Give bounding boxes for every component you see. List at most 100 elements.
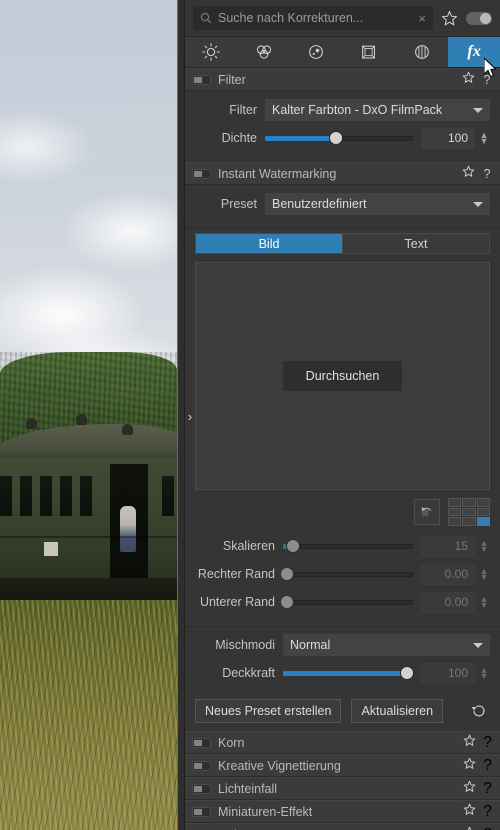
filter-preset-dropdown[interactable]: Kalter Farbton - DxO FilmPack (265, 99, 490, 121)
anchor-cell-top-left[interactable] (448, 498, 462, 507)
section-title-lichteinfall: Lichteinfall (218, 781, 278, 796)
tab-local-adjustments[interactable] (395, 37, 449, 67)
scale-stepper[interactable]: ▲ ▼ (478, 539, 490, 554)
filter-enable-switch[interactable] (192, 74, 211, 85)
vignette-favorite-star-icon[interactable] (463, 757, 476, 775)
lichteinfall-enable-switch[interactable] (192, 783, 211, 794)
right-margin-row: Rechter Rand 0.00 ▲ ▼ (195, 562, 490, 586)
miniature-favorite-star-icon[interactable] (463, 803, 476, 821)
panel-collapse-handle[interactable]: › (183, 403, 197, 429)
bottom-margin-slider[interactable] (281, 595, 413, 609)
search-row: Suche nach Korrekturen... × (185, 0, 500, 36)
search-icon (200, 12, 212, 24)
opacity-slider[interactable] (283, 666, 413, 680)
favorites-filter-toggle[interactable] (466, 11, 492, 25)
korn-help-icon[interactable]: ? (483, 734, 492, 752)
carriage-plate (44, 542, 58, 556)
filter-help-icon[interactable]: ? (482, 73, 492, 87)
roof-vent (76, 414, 87, 425)
favorites-star-icon[interactable] (441, 10, 458, 27)
anchor-cell-bottom-left[interactable] (448, 517, 462, 526)
section-header-filter[interactable]: Filter ? (185, 68, 500, 91)
rahmen-help-icon[interactable]: ? (483, 826, 492, 830)
filter-density-value[interactable]: 100 (421, 127, 475, 149)
watermarking-help-icon[interactable]: ? (482, 167, 492, 181)
photo-canvas[interactable] (0, 0, 178, 830)
search-placeholder: Suche nach Korrekturen... (218, 11, 364, 25)
anchor-position-grid[interactable] (448, 498, 490, 526)
scale-slider[interactable] (283, 539, 413, 553)
watermarking-favorite-star-icon[interactable] (462, 165, 475, 183)
segment-image[interactable]: Bild (196, 234, 342, 253)
section-header-watermarking[interactable]: Instant Watermarking ? (185, 162, 500, 185)
korn-enable-switch[interactable] (192, 737, 211, 748)
section-header-korn[interactable]: Korn ? (185, 731, 500, 754)
filter-favorite-star-icon[interactable] (462, 71, 475, 89)
anchor-cell-bottom-right[interactable] (476, 517, 490, 526)
right-margin-stepper[interactable]: ▲ ▼ (478, 567, 490, 582)
roof-vent (122, 424, 133, 435)
segment-text[interactable]: Text (342, 234, 489, 253)
korn-favorite-star-icon[interactable] (463, 734, 476, 752)
tab-detail[interactable] (290, 37, 344, 67)
watermark-preset-dropdown[interactable]: Benutzerdefiniert (265, 193, 490, 215)
right-tools-panel: Suche nach Korrekturen... × fx Filter ? … (184, 0, 500, 830)
anchor-cell-middle-right[interactable] (476, 507, 490, 517)
miniature-help-icon[interactable]: ? (483, 803, 492, 821)
anchor-cell-middle-center[interactable] (462, 507, 476, 517)
panel-scroll-body: Filter ? Filter Kalter Farbton - DxO Fil… (185, 68, 500, 830)
tab-color[interactable] (237, 37, 291, 67)
new-preset-button[interactable]: Neues Preset erstellen (195, 699, 342, 723)
search-input[interactable]: Suche nach Korrekturen... × (193, 6, 433, 30)
tab-effects[interactable]: fx (448, 37, 500, 67)
tool-tabbar: fx (185, 36, 500, 68)
filter-density-slider[interactable] (265, 131, 413, 145)
filter-preset-label: Filter (229, 103, 257, 117)
reset-icon[interactable] (468, 700, 490, 722)
blend-mode-row: Mischmodi Normal (195, 633, 490, 657)
tab-light[interactable] (185, 37, 238, 67)
tab-geometry[interactable] (343, 37, 396, 67)
section-header-miniaturen-effekt[interactable]: Miniaturen-Effekt ? (185, 800, 500, 823)
rahmen-favorite-star-icon[interactable] (463, 826, 476, 830)
browse-button[interactable]: Durchsuchen (282, 361, 403, 391)
passenger (120, 506, 136, 552)
opacity-stepper[interactable]: ▲ ▼ (478, 666, 490, 681)
miniature-enable-switch[interactable] (192, 806, 211, 817)
anchor-cell-middle-left[interactable] (448, 507, 462, 517)
filter-density-stepper[interactable]: ▲ ▼ (478, 131, 490, 146)
section-header-rahmen[interactable]: Rahmen ? (185, 823, 500, 830)
blend-mode-dropdown[interactable]: Normal (283, 634, 490, 656)
section-body-watermarking: Preset Benutzerdefiniert (185, 185, 500, 222)
section-title-filter: Filter (218, 72, 246, 87)
watermark-preset-value: Benutzerdefiniert (272, 197, 367, 211)
filter-preset-row: Filter Kalter Farbton - DxO FilmPack (195, 98, 490, 122)
image-viewer[interactable] (0, 0, 184, 830)
fx-icon: fx (467, 43, 482, 60)
bottom-margin-value[interactable]: 0.00 (421, 591, 475, 613)
rotate-ccw-button[interactable] (414, 499, 440, 525)
scale-value[interactable]: 15 (421, 535, 475, 557)
lichteinfall-favorite-star-icon[interactable] (463, 780, 476, 798)
right-margin-value[interactable]: 0.00 (421, 563, 475, 585)
anchor-cell-top-center[interactable] (462, 498, 476, 507)
watermark-preset-row: Preset Benutzerdefiniert (195, 192, 490, 216)
blend-mode-label: Mischmodi (215, 638, 275, 652)
update-preset-button[interactable]: Aktualisieren (351, 699, 444, 723)
watermark-sliders: Skalieren 15 ▲ ▼ Rechter Rand 0.00 ▲ ▼ U… (185, 530, 500, 620)
scale-row: Skalieren 15 ▲ ▼ (195, 534, 490, 558)
lichteinfall-help-icon[interactable]: ? (483, 780, 492, 798)
opacity-value[interactable]: 100 (421, 662, 475, 684)
bottom-margin-stepper[interactable]: ▲ ▼ (478, 595, 490, 610)
vignette-enable-switch[interactable] (192, 760, 211, 771)
anchor-cell-bottom-center[interactable] (462, 517, 476, 526)
watermark-preset-label: Preset (220, 197, 257, 211)
section-header-lichteinfall[interactable]: Lichteinfall ? (185, 777, 500, 800)
anchor-cell-top-right[interactable] (476, 498, 490, 507)
watermark-image-dropzone[interactable]: Durchsuchen (195, 262, 490, 490)
right-margin-slider[interactable] (281, 567, 413, 581)
watermarking-enable-switch[interactable] (192, 168, 211, 179)
vignette-help-icon[interactable]: ? (483, 757, 492, 775)
clear-search-icon[interactable]: × (418, 11, 426, 26)
section-header-kreative-vignettierung[interactable]: Kreative Vignettierung ? (185, 754, 500, 777)
